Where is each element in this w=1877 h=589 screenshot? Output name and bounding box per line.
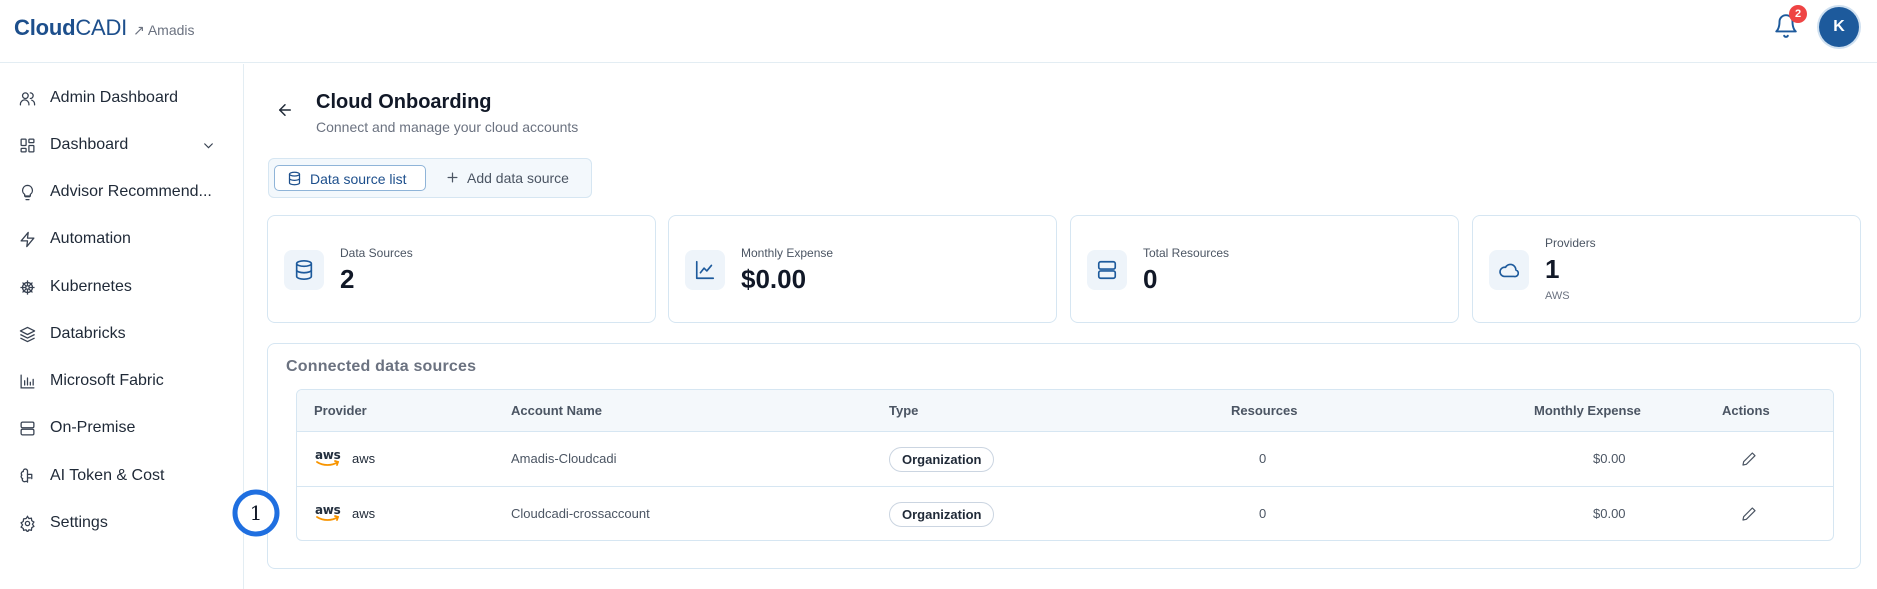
table-row[interactable]: aws aws Amadis-Cloudcadi Organization 0 …	[297, 432, 1833, 487]
notification-badge: 2	[1789, 5, 1807, 23]
panel-title: Connected data sources	[286, 358, 477, 375]
stat-card-providers: Providers 1 AWS	[1472, 215, 1861, 323]
stat-value: 0	[1143, 264, 1158, 294]
stat-label: Data Sources	[340, 246, 413, 260]
sidebar-item-on-premise[interactable]: On-Premise	[0, 410, 243, 446]
sidebar: Admin Dashboard Dashboard Advisor Recomm…	[0, 64, 244, 589]
stat-card-monthly-expense: Monthly Expense $0.00	[668, 215, 1057, 323]
sidebar-item-kubernetes[interactable]: Kubernetes	[0, 269, 243, 305]
account-name: Cloudcadi-crossaccount	[511, 506, 650, 521]
sidebar-item-label: Automation	[50, 230, 131, 247]
resources-count: 0	[1259, 506, 1267, 521]
server-icon	[1097, 260, 1117, 280]
sidebar-item-databricks[interactable]: Databricks	[0, 316, 243, 352]
aws-logo-icon: aws	[315, 448, 341, 468]
sidebar-item-dashboard[interactable]: Dashboard	[0, 127, 243, 163]
brand-name-bold: Cloud	[14, 15, 76, 40]
layers-icon	[19, 326, 36, 343]
sidebar-item-label: Admin Dashboard	[50, 89, 179, 106]
column-header-monthly-expense[interactable]: Monthly Expense	[1534, 403, 1641, 418]
column-header-account-name[interactable]: Account Name	[511, 403, 602, 418]
aws-logo-icon: aws	[315, 503, 341, 523]
page-title: Cloud Onboarding	[316, 91, 492, 113]
stat-icon-tile	[284, 250, 324, 290]
type-badge: Organization	[889, 447, 995, 472]
stat-icon-tile	[685, 250, 725, 290]
tab-label: Add data source	[467, 170, 569, 186]
column-header-resources[interactable]: Resources	[1231, 403, 1297, 418]
edit-pencil-icon[interactable]	[1741, 451, 1757, 467]
tab-add-data-source[interactable]: Add data source	[445, 165, 585, 191]
server-icon	[20, 421, 35, 436]
stat-card-total-resources: Total Resources 0	[1070, 215, 1459, 323]
sidebar-item-label: On-Premise	[50, 419, 136, 436]
stat-label: Providers	[1545, 236, 1596, 250]
cloud-icon	[1499, 263, 1520, 278]
stat-value: 2	[340, 264, 355, 294]
connected-sources-panel: Connected data sources Provider Account …	[267, 343, 1861, 569]
database-icon	[288, 171, 301, 186]
sidebar-item-label: Microsoft Fabric	[50, 372, 164, 389]
stat-icon-tile	[1489, 250, 1529, 290]
column-header-provider[interactable]: Provider	[314, 403, 367, 418]
table-row[interactable]: aws aws Cloudcadi-crossaccount Organizat…	[297, 487, 1833, 540]
table-header: Provider Account Name Type Resources Mon…	[297, 390, 1833, 432]
sidebar-item-advisor[interactable]: Advisor Recommend...	[0, 174, 243, 210]
page-subtitle: Connect and manage your cloud accounts	[316, 119, 579, 135]
users-icon	[19, 92, 36, 106]
brand-logo[interactable]: CloudCADI	[14, 15, 127, 41]
sidebar-item-label: Databricks	[50, 325, 126, 342]
stat-label: Total Resources	[1143, 246, 1230, 260]
line-chart-icon	[695, 260, 715, 280]
view-tabs: Data source list Add data source	[268, 158, 592, 198]
user-avatar[interactable]: K	[1819, 7, 1859, 47]
type-badge: Organization	[889, 502, 995, 527]
sidebar-item-label: Kubernetes	[50, 278, 132, 295]
annotation-marker: 1	[232, 489, 280, 537]
gear-icon	[20, 515, 35, 532]
brain-icon	[20, 468, 33, 483]
grid-icon	[20, 138, 35, 153]
bar-chart-icon	[20, 374, 35, 389]
column-header-actions: Actions	[1722, 403, 1770, 418]
provider-name: aws	[352, 506, 376, 521]
chevron-down-icon[interactable]	[202, 139, 215, 152]
back-arrow-icon[interactable]	[276, 101, 294, 119]
tab-label: Data source list	[310, 171, 407, 187]
resources-count: 0	[1259, 451, 1267, 466]
helm-icon	[20, 280, 35, 295]
sidebar-item-microsoft-fabric[interactable]: Microsoft Fabric	[0, 363, 243, 399]
sidebar-item-automation[interactable]: Automation	[0, 221, 243, 257]
sources-table: Provider Account Name Type Resources Mon…	[296, 389, 1834, 541]
sidebar-item-admin-dashboard[interactable]: Admin Dashboard	[0, 80, 243, 116]
monthly-expense: $0.00	[1593, 451, 1626, 466]
monthly-expense: $0.00	[1593, 506, 1626, 521]
stat-sub-label: AWS	[1545, 290, 1570, 302]
annotation-marker-label: 1	[250, 501, 263, 525]
top-bar: CloudCADI ↗ Amadis 2 K	[0, 0, 1877, 63]
sidebar-item-label: Dashboard	[50, 136, 129, 153]
stat-value: $0.00	[741, 264, 807, 294]
bolt-icon	[20, 231, 35, 248]
sidebar-item-label: AI Token & Cost	[50, 467, 165, 484]
lightbulb-icon	[21, 184, 34, 201]
sidebar-item-settings[interactable]: Settings	[0, 505, 243, 541]
sidebar-item-label: Settings	[50, 514, 108, 531]
sidebar-item-label: Advisor Recommend...	[50, 183, 212, 200]
brand-name-light: CADI	[75, 15, 128, 40]
stat-value: 1	[1545, 254, 1560, 284]
account-name: Amadis-Cloudcadi	[511, 451, 617, 466]
tenant-link[interactable]: ↗ Amadis	[133, 22, 195, 39]
plus-icon	[447, 172, 458, 183]
stat-icon-tile	[1087, 250, 1127, 290]
stat-label: Monthly Expense	[741, 246, 834, 260]
column-header-type[interactable]: Type	[889, 403, 918, 418]
edit-pencil-icon[interactable]	[1741, 506, 1757, 522]
provider-name: aws	[352, 451, 376, 466]
sidebar-item-ai-token-cost[interactable]: AI Token & Cost	[0, 458, 243, 494]
database-icon	[295, 260, 313, 280]
stat-card-data-sources: Data Sources 2	[267, 215, 656, 323]
tab-data-source-list[interactable]: Data source list	[274, 165, 426, 191]
